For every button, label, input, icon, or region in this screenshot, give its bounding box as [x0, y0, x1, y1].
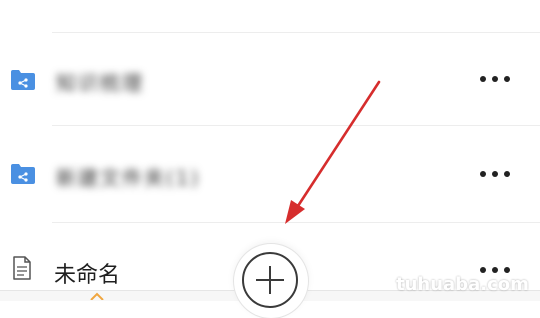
folder-name: 新建文件夹(1): [56, 166, 201, 190]
more-options-icon[interactable]: [480, 164, 510, 184]
shared-folder-icon: [11, 70, 35, 90]
shared-folder-icon: [11, 164, 35, 184]
document-icon: [13, 256, 31, 280]
watermark: tuhuaba.com: [396, 274, 529, 295]
document-name: 未命名: [54, 263, 121, 288]
list-item[interactable]: 知识梳理: [0, 33, 540, 125]
home-tab-icon[interactable]: [90, 292, 104, 300]
more-options-icon[interactable]: [480, 0, 510, 6]
add-button[interactable]: [234, 244, 308, 318]
more-options-icon[interactable]: [480, 69, 510, 89]
list-item[interactable]: [0, 0, 540, 32]
list-item[interactable]: 新建文件夹(1): [0, 126, 540, 222]
folder-name: 知识梳理: [56, 71, 144, 95]
